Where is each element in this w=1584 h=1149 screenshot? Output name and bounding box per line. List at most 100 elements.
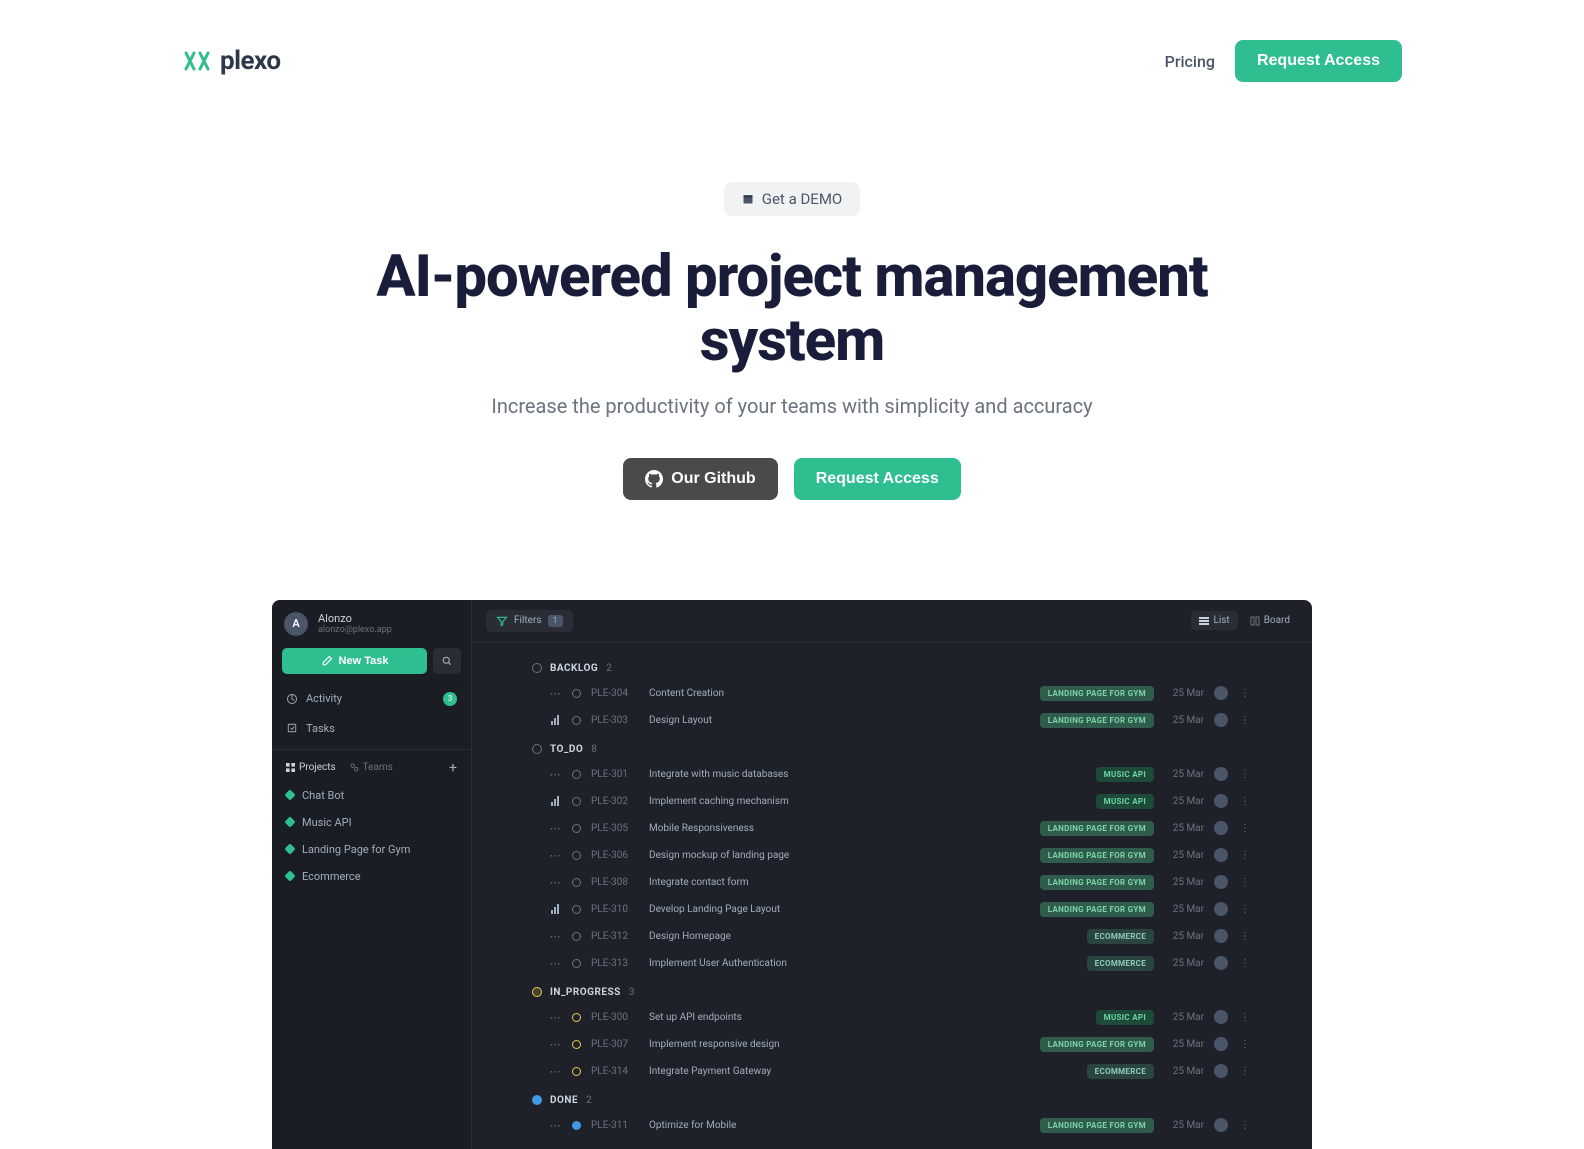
logo[interactable]: plexo <box>182 46 281 76</box>
section-count: 3 <box>629 987 635 998</box>
assignee-avatar <box>1214 1010 1228 1024</box>
demo-pill[interactable]: Get a DEMO <box>724 182 860 216</box>
task-row[interactable]: ⋯PLE-300Set up API endpointsMUSIC API25 … <box>532 1004 1252 1031</box>
github-button[interactable]: Our Github <box>623 458 777 500</box>
task-tag: LANDING PAGE FOR GYM <box>1040 821 1154 836</box>
hero-subtitle: Increase the productivity of your teams … <box>182 394 1402 418</box>
section-header-done[interactable]: DONE2 <box>532 1085 1252 1112</box>
section-label: IN_PROGRESS <box>550 987 621 998</box>
assignee-avatar <box>1214 713 1228 727</box>
task-id: PLE-306 <box>591 850 639 861</box>
app-main: Filters 1 List Board BACKLOG2⋯PLE-304Con… <box>472 600 1312 1149</box>
user-block[interactable]: A Alonzo alonzo@plexo.app <box>272 600 471 648</box>
task-id: PLE-312 <box>591 931 639 942</box>
task-tag: LANDING PAGE FOR GYM <box>1040 902 1154 917</box>
activity-label: Activity <box>306 692 342 705</box>
task-id: PLE-302 <box>591 796 639 807</box>
section-header-todo[interactable]: TO_DO8 <box>532 734 1252 761</box>
priority-icon: ⋯ <box>548 687 562 700</box>
assignee-avatar <box>1214 1064 1228 1078</box>
task-date: 25 Mar <box>1164 931 1204 942</box>
assignee-avatar <box>1214 956 1228 970</box>
task-more-button[interactable]: ⋮ <box>1238 904 1252 915</box>
section-count: 2 <box>606 663 612 674</box>
task-row[interactable]: ⋯PLE-313Implement User AuthenticationECO… <box>532 950 1252 977</box>
nav-pricing[interactable]: Pricing <box>1165 52 1215 71</box>
task-more-button[interactable]: ⋮ <box>1238 1039 1252 1050</box>
task-more-button[interactable]: ⋮ <box>1238 769 1252 780</box>
task-row[interactable]: ⋯PLE-301Integrate with music databasesMU… <box>532 761 1252 788</box>
task-title: Implement User Authentication <box>649 958 1077 969</box>
github-icon <box>645 470 663 488</box>
board-icon <box>1250 616 1260 626</box>
add-project-button[interactable]: + <box>449 760 457 776</box>
view-list-button[interactable]: List <box>1191 611 1237 630</box>
hero-request-access-button[interactable]: Request Access <box>794 458 961 500</box>
task-tag: ECOMMERCE <box>1087 1064 1154 1079</box>
sidebar-item-tasks[interactable]: Tasks <box>272 714 471 743</box>
section-header-backlog[interactable]: BACKLOG2 <box>532 653 1252 680</box>
edit-icon <box>321 655 333 667</box>
task-status-icon <box>572 716 581 725</box>
task-more-button[interactable]: ⋮ <box>1238 796 1252 807</box>
task-tag: LANDING PAGE FOR GYM <box>1040 686 1154 701</box>
tab-projects[interactable]: Projects <box>286 762 336 773</box>
demo-label: Get a DEMO <box>762 190 842 208</box>
task-status-icon <box>572 851 581 860</box>
project-item[interactable]: Ecommerce <box>272 863 471 890</box>
section-header-in_progress[interactable]: IN_PROGRESS 3 <box>532 977 1252 1004</box>
tab-teams[interactable]: Teams <box>350 762 393 773</box>
task-more-button[interactable]: ⋮ <box>1238 931 1252 942</box>
task-id: PLE-308 <box>591 877 639 888</box>
sidebar-search-button[interactable] <box>433 648 461 674</box>
task-more-button[interactable]: ⋮ <box>1238 958 1252 969</box>
hero-buttons: Our Github Request Access <box>182 458 1402 500</box>
task-title: Content Creation <box>649 688 1030 699</box>
project-item[interactable]: Landing Page for Gym <box>272 836 471 863</box>
task-date: 25 Mar <box>1164 904 1204 915</box>
project-item[interactable]: Music API <box>272 809 471 836</box>
task-status-icon <box>572 1040 581 1049</box>
task-row[interactable]: ⋯PLE-312Design HomepageECOMMERCE25 Mar⋮ <box>532 923 1252 950</box>
task-more-button[interactable]: ⋮ <box>1238 688 1252 699</box>
task-more-button[interactable]: ⋮ <box>1238 850 1252 861</box>
task-title: Design Layout <box>649 715 1030 726</box>
project-item[interactable]: Chat Bot <box>272 782 471 809</box>
nav-request-access-button[interactable]: Request Access <box>1235 40 1402 82</box>
task-row[interactable]: ⋯PLE-306Design mockup of landing pageLAN… <box>532 842 1252 869</box>
task-row[interactable]: PLE-303Design LayoutLANDING PAGE FOR GYM… <box>532 707 1252 734</box>
task-row[interactable]: PLE-302Implement caching mechanismMUSIC … <box>532 788 1252 815</box>
priority-high-icon <box>548 715 562 725</box>
task-status-icon <box>572 770 581 779</box>
task-more-button[interactable]: ⋮ <box>1238 1120 1252 1131</box>
status-icon <box>532 1095 542 1105</box>
task-row[interactable]: ⋯PLE-304Content CreationLANDING PAGE FOR… <box>532 680 1252 707</box>
project-label: Chat Bot <box>302 789 344 802</box>
task-more-button[interactable]: ⋮ <box>1238 823 1252 834</box>
task-date: 25 Mar <box>1164 769 1204 780</box>
task-more-button[interactable]: ⋮ <box>1238 1066 1252 1077</box>
task-more-button[interactable]: ⋮ <box>1238 715 1252 726</box>
task-row[interactable]: ⋯PLE-305Mobile ResponsivenessLANDING PAG… <box>532 815 1252 842</box>
new-task-button[interactable]: New Task <box>282 648 427 674</box>
hero: Get a DEMO AI-powered project management… <box>182 102 1402 550</box>
task-date: 25 Mar <box>1164 1120 1204 1131</box>
task-status-icon <box>572 689 581 698</box>
new-task-label: New Task <box>339 655 389 667</box>
sidebar-item-activity[interactable]: Activity 3 <box>272 684 471 714</box>
task-more-button[interactable]: ⋮ <box>1238 877 1252 888</box>
task-more-button[interactable]: ⋮ <box>1238 1012 1252 1023</box>
filters-button[interactable]: Filters 1 <box>486 610 573 632</box>
task-row[interactable]: ⋯PLE-307Implement responsive designLANDI… <box>532 1031 1252 1058</box>
task-row[interactable]: ⋯PLE-308Integrate contact formLANDING PA… <box>532 869 1252 896</box>
view-board-button[interactable]: Board <box>1242 611 1298 630</box>
grid-icon <box>286 763 295 772</box>
task-row[interactable]: ⋯PLE-311Optimize for MobileLANDING PAGE … <box>532 1112 1252 1139</box>
assignee-avatar <box>1214 767 1228 781</box>
task-tag: MUSIC API <box>1096 794 1154 809</box>
task-date: 25 Mar <box>1164 688 1204 699</box>
task-row[interactable]: PLE-310Develop Landing Page LayoutLANDIN… <box>532 896 1252 923</box>
assignee-avatar <box>1214 686 1228 700</box>
task-row[interactable]: ⋯PLE-314Integrate Payment GatewayECOMMER… <box>532 1058 1252 1085</box>
task-title: Mobile Responsiveness <box>649 823 1030 834</box>
